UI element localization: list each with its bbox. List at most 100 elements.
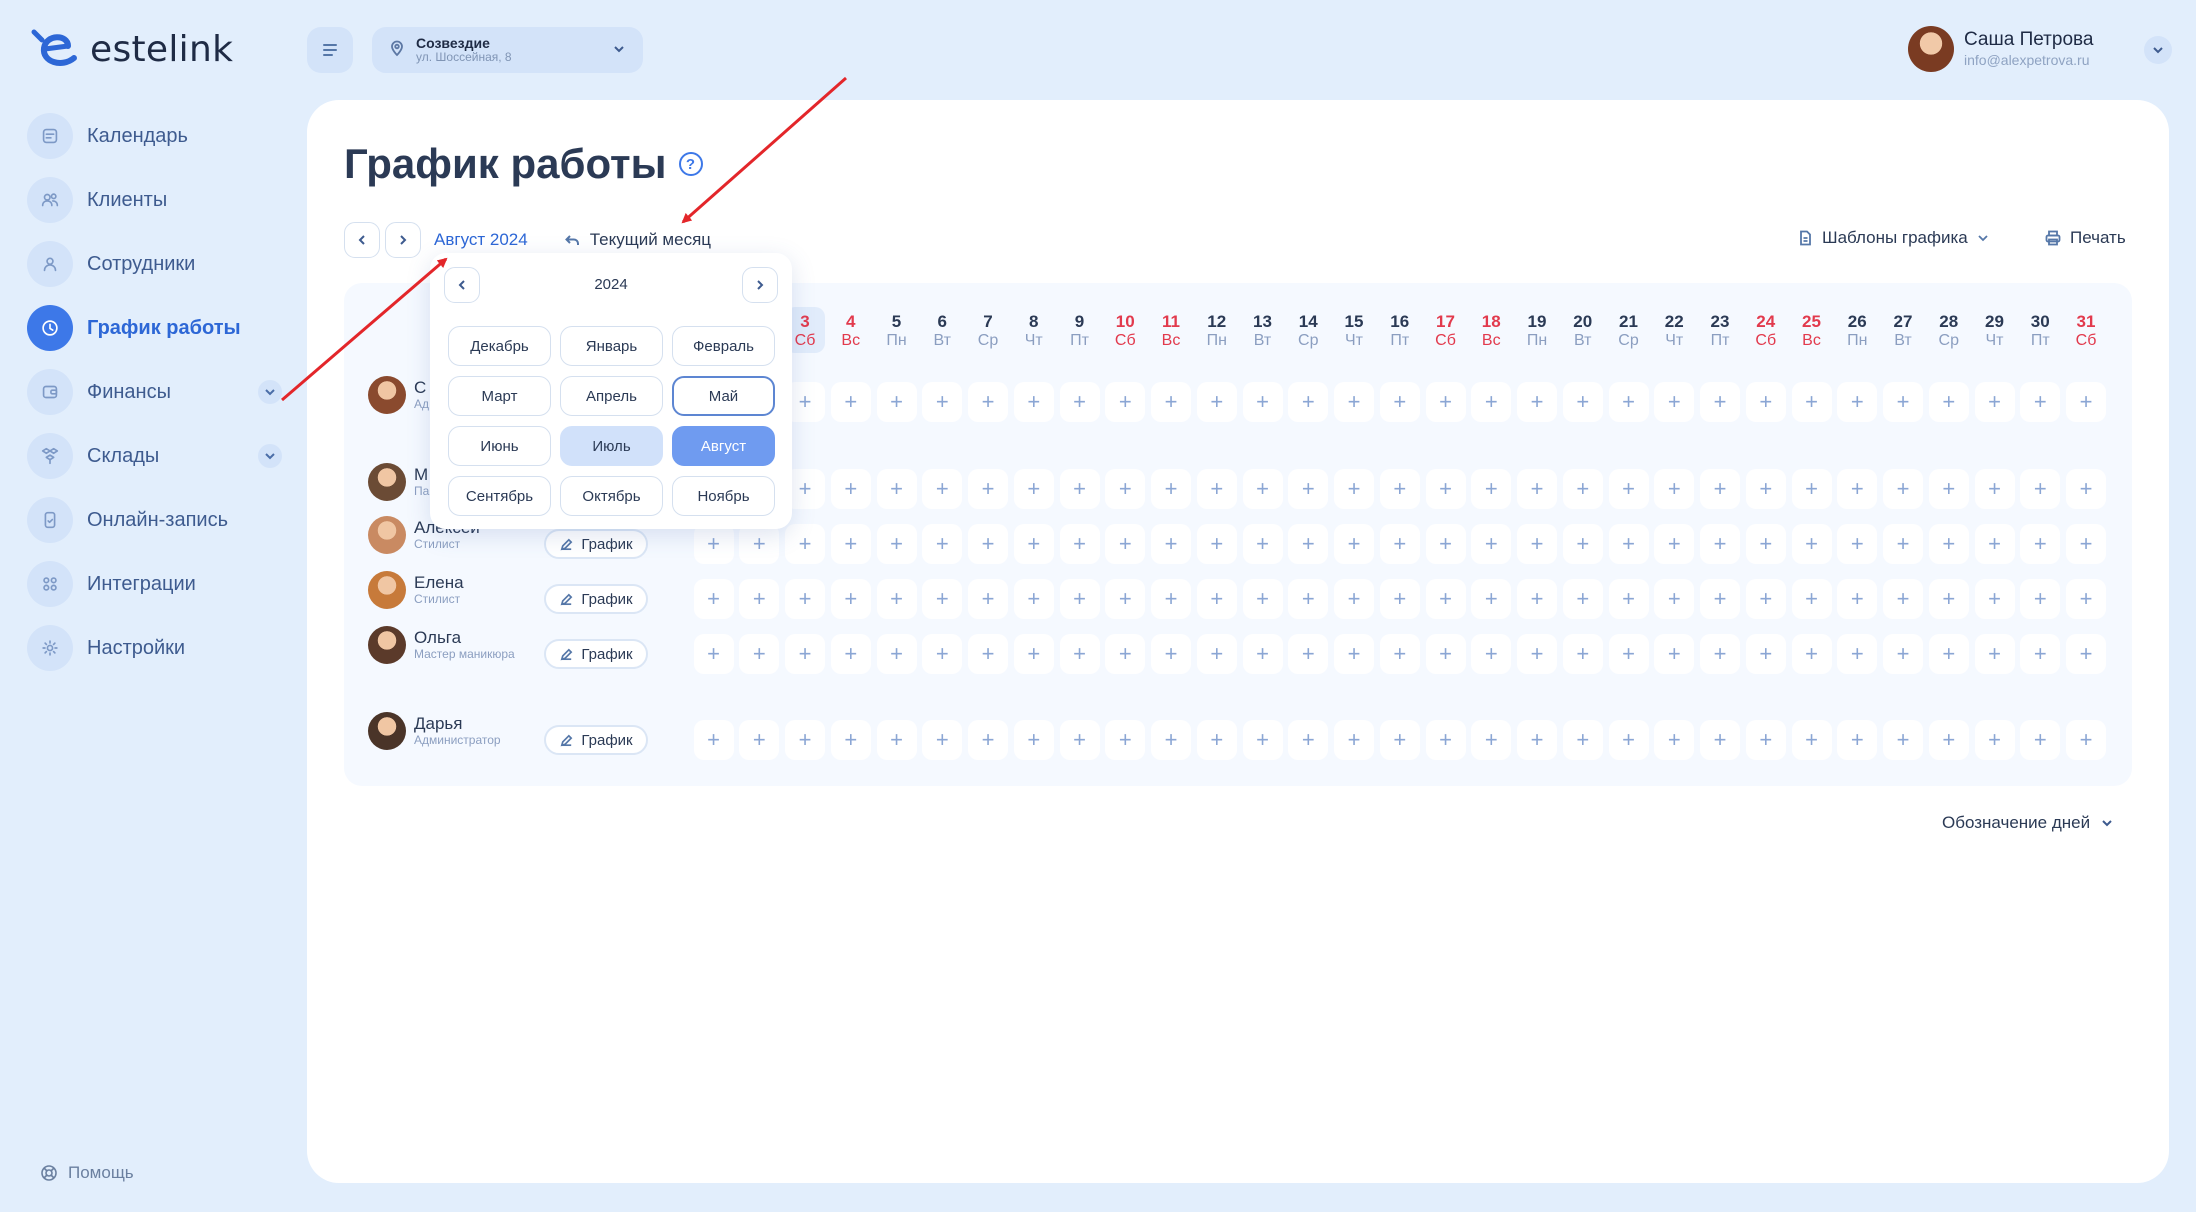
- add-shift-cell[interactable]: +: [1151, 634, 1191, 674]
- add-shift-cell[interactable]: +: [1379, 579, 1420, 619]
- add-shift-cell[interactable]: +: [1288, 469, 1329, 509]
- menu-toggle-button[interactable]: [307, 27, 353, 73]
- add-shift-cell[interactable]: +: [1562, 720, 1603, 760]
- add-shift-cell[interactable]: +: [1242, 634, 1283, 674]
- add-shift-cell[interactable]: +: [2020, 720, 2061, 760]
- month-option[interactable]: Март: [448, 376, 551, 416]
- add-shift-cell[interactable]: +: [1059, 720, 1100, 760]
- sidebar-item-warehouses[interactable]: Склады: [27, 432, 282, 480]
- add-shift-cell[interactable]: +: [739, 579, 780, 619]
- add-shift-cell[interactable]: +: [1654, 469, 1695, 509]
- add-shift-cell[interactable]: +: [1334, 720, 1374, 760]
- edit-schedule-button[interactable]: График: [544, 725, 648, 755]
- add-shift-cell[interactable]: +: [1928, 469, 1969, 509]
- add-shift-cell[interactable]: +: [1791, 524, 1832, 564]
- sidebar-item-finance[interactable]: Финансы: [27, 368, 282, 416]
- add-shift-cell[interactable]: +: [876, 524, 917, 564]
- help-link[interactable]: Помощь: [40, 1163, 134, 1183]
- month-option[interactable]: Сентябрь: [448, 476, 551, 516]
- add-shift-cell[interactable]: +: [968, 579, 1008, 619]
- add-shift-cell[interactable]: +: [1837, 382, 1878, 422]
- add-shift-cell[interactable]: +: [1471, 579, 1512, 619]
- month-option[interactable]: Август: [672, 426, 775, 466]
- add-shift-cell[interactable]: +: [1013, 579, 1054, 619]
- add-shift-cell[interactable]: +: [1974, 634, 2015, 674]
- add-shift-cell[interactable]: +: [1196, 579, 1237, 619]
- add-shift-cell[interactable]: +: [830, 524, 871, 564]
- schedule-templates-dropdown[interactable]: Шаблоны графика: [1796, 228, 1990, 248]
- add-shift-cell[interactable]: +: [1059, 579, 1100, 619]
- add-shift-cell[interactable]: +: [1745, 524, 1786, 564]
- add-shift-cell[interactable]: +: [785, 524, 825, 564]
- add-shift-cell[interactable]: +: [1288, 634, 1329, 674]
- add-shift-cell[interactable]: +: [1151, 579, 1191, 619]
- add-shift-cell[interactable]: +: [1928, 634, 1969, 674]
- sidebar-item-online-booking[interactable]: Онлайн-запись: [27, 496, 282, 544]
- edit-schedule-button[interactable]: График: [544, 529, 648, 559]
- add-shift-cell[interactable]: +: [1700, 382, 1740, 422]
- sidebar-item-calendar[interactable]: Календарь: [27, 112, 282, 160]
- add-shift-cell[interactable]: +: [2020, 634, 2061, 674]
- add-shift-cell[interactable]: +: [1791, 469, 1832, 509]
- chevron-down-icon[interactable]: [258, 444, 282, 468]
- month-option[interactable]: Ноябрь: [672, 476, 775, 516]
- add-shift-cell[interactable]: +: [1974, 524, 2015, 564]
- add-shift-cell[interactable]: +: [1745, 720, 1786, 760]
- add-shift-cell[interactable]: +: [1242, 469, 1283, 509]
- add-shift-cell[interactable]: +: [1654, 579, 1695, 619]
- add-shift-cell[interactable]: +: [1517, 469, 1557, 509]
- add-shift-cell[interactable]: +: [1242, 382, 1283, 422]
- add-shift-cell[interactable]: +: [1517, 579, 1557, 619]
- add-shift-cell[interactable]: +: [1105, 634, 1146, 674]
- add-shift-cell[interactable]: +: [1562, 634, 1603, 674]
- add-shift-cell[interactable]: +: [1105, 720, 1146, 760]
- add-shift-cell[interactable]: +: [1974, 720, 2015, 760]
- add-shift-cell[interactable]: +: [1196, 634, 1237, 674]
- month-option[interactable]: Июнь: [448, 426, 551, 466]
- add-shift-cell[interactable]: +: [830, 579, 871, 619]
- add-shift-cell[interactable]: +: [739, 524, 780, 564]
- add-shift-cell[interactable]: +: [1196, 469, 1237, 509]
- add-shift-cell[interactable]: +: [1928, 524, 1969, 564]
- add-shift-cell[interactable]: +: [1379, 382, 1420, 422]
- add-shift-cell[interactable]: +: [1334, 524, 1374, 564]
- add-shift-cell[interactable]: +: [922, 469, 963, 509]
- add-shift-cell[interactable]: +: [1562, 382, 1603, 422]
- add-shift-cell[interactable]: +: [1471, 634, 1512, 674]
- add-shift-cell[interactable]: +: [1745, 579, 1786, 619]
- app-logo[interactable]: estelink: [28, 24, 233, 74]
- add-shift-cell[interactable]: +: [1883, 524, 1923, 564]
- add-shift-cell[interactable]: +: [830, 720, 871, 760]
- add-shift-cell[interactable]: +: [1608, 720, 1649, 760]
- sidebar-item-integrations[interactable]: Интеграции: [27, 560, 282, 608]
- add-shift-cell[interactable]: +: [1837, 634, 1878, 674]
- add-shift-cell[interactable]: +: [2066, 634, 2106, 674]
- add-shift-cell[interactable]: +: [1745, 634, 1786, 674]
- add-shift-cell[interactable]: +: [1013, 720, 1054, 760]
- add-shift-cell[interactable]: +: [1425, 579, 1466, 619]
- add-shift-cell[interactable]: +: [1837, 720, 1878, 760]
- add-shift-cell[interactable]: +: [1334, 579, 1374, 619]
- add-shift-cell[interactable]: +: [1608, 382, 1649, 422]
- add-shift-cell[interactable]: +: [1105, 579, 1146, 619]
- user-profile[interactable]: Саша Петрова info@alexpetrova.ru: [1908, 26, 2093, 72]
- add-shift-cell[interactable]: +: [1288, 382, 1329, 422]
- add-shift-cell[interactable]: +: [922, 382, 963, 422]
- add-shift-cell[interactable]: +: [1928, 579, 1969, 619]
- add-shift-cell[interactable]: +: [2020, 469, 2061, 509]
- add-shift-cell[interactable]: +: [1288, 579, 1329, 619]
- add-shift-cell[interactable]: +: [785, 720, 825, 760]
- add-shift-cell[interactable]: +: [1471, 382, 1512, 422]
- add-shift-cell[interactable]: +: [2066, 524, 2106, 564]
- add-shift-cell[interactable]: +: [1151, 720, 1191, 760]
- edit-schedule-button[interactable]: График: [544, 639, 648, 669]
- add-shift-cell[interactable]: +: [1105, 382, 1146, 422]
- add-shift-cell[interactable]: +: [1471, 524, 1512, 564]
- add-shift-cell[interactable]: +: [693, 720, 734, 760]
- add-shift-cell[interactable]: +: [1425, 720, 1466, 760]
- add-shift-cell[interactable]: +: [1059, 382, 1100, 422]
- add-shift-cell[interactable]: +: [1013, 524, 1054, 564]
- sidebar-item-clients[interactable]: Клиенты: [27, 176, 282, 224]
- add-shift-cell[interactable]: +: [1654, 720, 1695, 760]
- month-option[interactable]: Октябрь: [560, 476, 663, 516]
